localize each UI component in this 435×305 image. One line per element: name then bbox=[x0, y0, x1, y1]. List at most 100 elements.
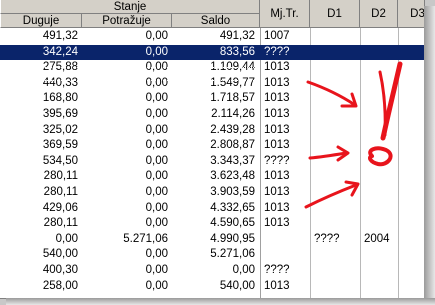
cell-duguje: 540,00 bbox=[42, 248, 78, 261]
cell-potrazuje: 0,00 bbox=[145, 279, 168, 292]
cell-mj-tr: ???? bbox=[264, 264, 290, 276]
table-row[interactable]: 280,11 0,00 3.903,59 1013 bbox=[0, 185, 424, 200]
cell-duguje: 491,32 bbox=[42, 30, 78, 42]
cell-d1 bbox=[314, 263, 354, 278]
cell-saldo: 1.549,77 bbox=[210, 76, 255, 89]
cell-d2 bbox=[364, 60, 404, 75]
cell-potrazuje: 0,00 bbox=[145, 217, 168, 230]
cell-duguje: 369,59 bbox=[42, 139, 78, 152]
header-d2[interactable]: D2 bbox=[360, 0, 398, 28]
cell-d2 bbox=[364, 123, 404, 138]
cell-saldo: 2.114,26 bbox=[211, 108, 255, 120]
cell-d1 bbox=[314, 138, 354, 153]
cell-d1 bbox=[314, 29, 354, 44]
cell-d2 bbox=[364, 279, 404, 294]
cell-potrazuje: 0,00 bbox=[145, 170, 168, 183]
cell-d2 bbox=[364, 169, 404, 184]
cell-saldo: 4.990,95 bbox=[210, 232, 255, 245]
cell-saldo: 833,56 bbox=[219, 45, 255, 58]
cell-saldo: 2.808,87 bbox=[210, 139, 255, 152]
cell-potrazuje: 0,00 bbox=[145, 123, 168, 136]
cell-duguje: 400,30 bbox=[42, 264, 78, 276]
cell-saldo: 0,00 bbox=[232, 264, 255, 276]
cell-d1 bbox=[314, 201, 354, 216]
cell-duguje: 275,88 bbox=[42, 61, 78, 74]
cell-potrazuje: 0,00 bbox=[145, 154, 168, 167]
table-row[interactable]: 325,02 0,00 2.439,28 1013 bbox=[0, 123, 424, 138]
header-d3[interactable]: D3 bbox=[398, 0, 424, 28]
cell-duguje: 325,02 bbox=[42, 123, 78, 136]
table-row[interactable]: 491,32 0,00 491,32 1007 bbox=[0, 29, 424, 44]
cell-potrazuje: 0,00 bbox=[145, 264, 168, 276]
cell-duguje: 395,69 bbox=[42, 108, 78, 120]
cell-d1 bbox=[314, 107, 354, 122]
cell-duguje: 440,33 bbox=[42, 76, 78, 89]
cell-d2 bbox=[364, 45, 404, 60]
cell-d2 bbox=[364, 263, 404, 278]
cell-potrazuje: 0,00 bbox=[145, 108, 168, 120]
cell-d1 bbox=[314, 76, 354, 91]
cell-duguje: 280,11 bbox=[43, 217, 78, 230]
cell-potrazuje: 0,00 bbox=[145, 201, 168, 214]
table-row[interactable]: 400,30 0,00 0,00???? bbox=[0, 263, 424, 278]
cell-saldo: 491,32 bbox=[219, 30, 255, 42]
cell-duguje: 429,06 bbox=[42, 201, 78, 214]
cell-d1 bbox=[314, 216, 354, 231]
cell-potrazuje: 0,00 bbox=[145, 186, 168, 198]
header-mj-tr[interactable]: Mj.Tr. bbox=[260, 0, 310, 28]
cell-potrazuje: 0,00 bbox=[145, 61, 168, 74]
table-row[interactable]: 429,06 0,00 4.332,65 1013 bbox=[0, 201, 424, 216]
header-saldo[interactable]: Saldo bbox=[172, 14, 260, 28]
cell-mj-tr: 1013 bbox=[264, 217, 290, 230]
cell-mj-tr: 1007 bbox=[264, 30, 290, 42]
cell-d2 bbox=[364, 185, 404, 200]
header-potrazuje[interactable]: Potražuje bbox=[82, 14, 172, 28]
cell-d2 bbox=[364, 201, 404, 216]
table-row[interactable]: 280,11 0,00 4.590,65 1013 bbox=[0, 216, 424, 231]
table-row[interactable]: 540,00 0,00 5.271,06 bbox=[0, 247, 424, 262]
table-row[interactable]: 342,24 0,00 833,56???? bbox=[0, 44, 424, 60]
table-row[interactable]: 440,33 0,00 1.549,77 1013 bbox=[0, 76, 424, 91]
table-row[interactable]: 258,00 0,00 540,00 1013 bbox=[0, 279, 424, 294]
cell-d2 bbox=[364, 29, 404, 44]
ledger-grid: Stanje Duguje Potražuje Saldo Mj.Tr. D1 … bbox=[0, 0, 425, 299]
cell-mj-tr: 1013 bbox=[264, 170, 290, 183]
table-row[interactable]: 275,88 0,00 1.109,44 1013 bbox=[0, 60, 424, 75]
cell-d2 bbox=[364, 91, 404, 106]
cell-potrazuje: 0,00 bbox=[145, 30, 168, 42]
cell-d1: ???? bbox=[314, 232, 340, 245]
cell-duguje: 534,50 bbox=[42, 154, 78, 167]
cell-potrazuje: 0,00 bbox=[145, 76, 168, 89]
header-d1[interactable]: D1 bbox=[310, 0, 360, 28]
cell-d1 bbox=[314, 279, 354, 294]
cell-mj-tr: 1013 bbox=[264, 61, 290, 74]
cell-saldo: 3.343,37 bbox=[210, 154, 255, 167]
cell-saldo: 3.623,48 bbox=[210, 170, 255, 183]
cell-d2 bbox=[364, 107, 404, 122]
cell-saldo: 5.271,06 bbox=[210, 248, 255, 261]
cell-mj-tr: 1013 bbox=[264, 76, 290, 89]
cell-d2 bbox=[364, 247, 404, 262]
table-row[interactable]: 280,11 0,00 3.623,48 1013 bbox=[0, 169, 424, 184]
table-row[interactable]: 534,50 0,00 3.343,37???? bbox=[0, 154, 424, 169]
table-row[interactable]: 395,69 0,00 2.114,26 1013 bbox=[0, 107, 424, 122]
cell-mj-tr: 1013 bbox=[264, 123, 290, 136]
cell-d2: 2004 bbox=[364, 232, 390, 245]
cell-saldo: 4.590,65 bbox=[210, 217, 255, 230]
cell-duguje: 258,00 bbox=[42, 279, 78, 292]
table-row[interactable]: 0,00 5.271,06 4.990,95???? 2004 bbox=[0, 232, 424, 247]
cell-d1 bbox=[314, 123, 354, 138]
cell-mj-tr: 1013 bbox=[264, 92, 290, 105]
cell-mj-tr bbox=[264, 247, 304, 262]
cell-duguje: 280,11 bbox=[43, 170, 78, 183]
cell-d1 bbox=[314, 247, 354, 262]
table-row[interactable]: 369,59 0,00 2.808,87 1013 bbox=[0, 138, 424, 153]
cell-potrazuje: 0,00 bbox=[145, 92, 168, 105]
cell-d1 bbox=[314, 154, 354, 169]
cell-mj-tr: ???? bbox=[264, 154, 290, 167]
cell-saldo: 4.332,65 bbox=[210, 201, 255, 214]
cell-d1 bbox=[314, 45, 354, 60]
header-duguje[interactable]: Duguje bbox=[0, 14, 82, 28]
table-row[interactable]: 168,80 0,00 1.718,57 1013 bbox=[0, 91, 424, 106]
cell-potrazuje: 0,00 bbox=[145, 248, 168, 261]
